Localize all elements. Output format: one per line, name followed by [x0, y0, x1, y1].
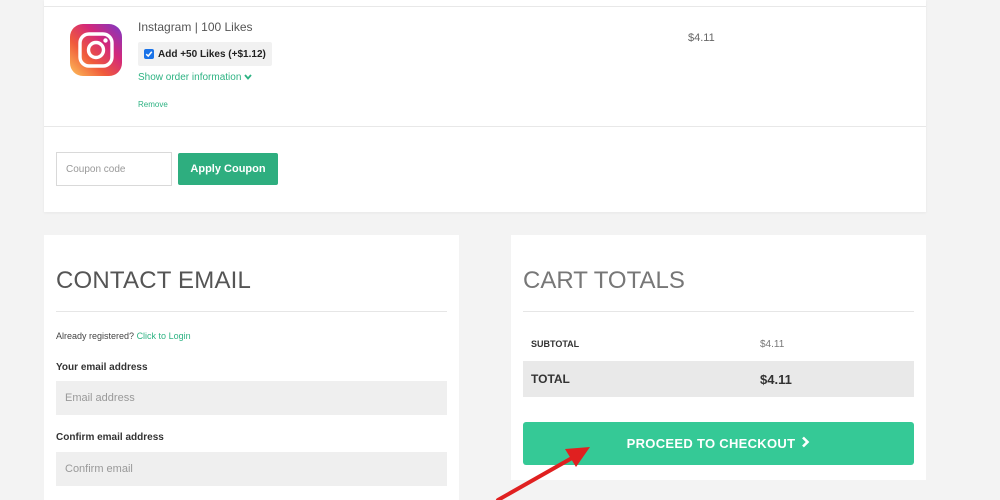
cart-items-card: Instagram | 100 Likes Add +50 Likes (+$1…	[44, 0, 926, 212]
cart-totals-title: CART TOTALS	[523, 267, 685, 294]
confirm-email-label: Confirm email address	[56, 432, 164, 443]
product-price: $4.11	[688, 32, 715, 44]
addon-option[interactable]: Add +50 Likes (+$1.12)	[138, 42, 272, 66]
show-order-info-link[interactable]: Show order information	[138, 72, 253, 83]
contact-email-title: CONTACT EMAIL	[56, 267, 252, 294]
email-field[interactable]	[56, 381, 447, 415]
divider	[44, 6, 926, 7]
apply-coupon-button[interactable]: Apply Coupon	[178, 153, 278, 185]
email-label: Your email address	[56, 362, 148, 373]
already-registered-text: Already registered? Click to Login	[56, 331, 191, 341]
divider	[56, 311, 447, 312]
proceed-to-checkout-button[interactable]: PROCEED TO CHECKOUT	[523, 422, 914, 465]
total-row: TOTAL $4.11	[523, 361, 914, 397]
divider	[523, 311, 914, 312]
contact-email-card: CONTACT EMAIL Already registered? Click …	[44, 235, 459, 500]
registered-label: Already registered?	[56, 331, 135, 341]
chevron-down-icon	[244, 72, 253, 83]
confirm-email-field[interactable]	[56, 452, 447, 486]
chevron-right-icon	[801, 436, 810, 451]
total-value: $4.11	[760, 371, 792, 387]
cart-totals-card: CART TOTALS SUBTOTAL $4.11 TOTAL $4.11 P…	[511, 235, 926, 480]
coupon-code-input[interactable]	[56, 152, 172, 186]
order-info-label: Show order information	[138, 72, 242, 83]
total-label: TOTAL	[531, 372, 570, 386]
subtotal-label: SUBTOTAL	[531, 339, 580, 349]
addon-checkbox[interactable]	[144, 49, 154, 59]
addon-label: Add +50 Likes (+$1.12)	[158, 48, 266, 60]
subtotal-row: SUBTOTAL $4.11	[523, 327, 914, 361]
remove-link[interactable]: Remove	[138, 100, 168, 109]
checkout-label: PROCEED TO CHECKOUT	[626, 436, 796, 451]
product-name: Instagram | 100 Likes	[138, 20, 253, 34]
instagram-icon	[70, 24, 122, 76]
subtotal-value: $4.11	[760, 338, 785, 350]
login-link[interactable]: Click to Login	[137, 331, 191, 341]
divider	[44, 126, 926, 127]
